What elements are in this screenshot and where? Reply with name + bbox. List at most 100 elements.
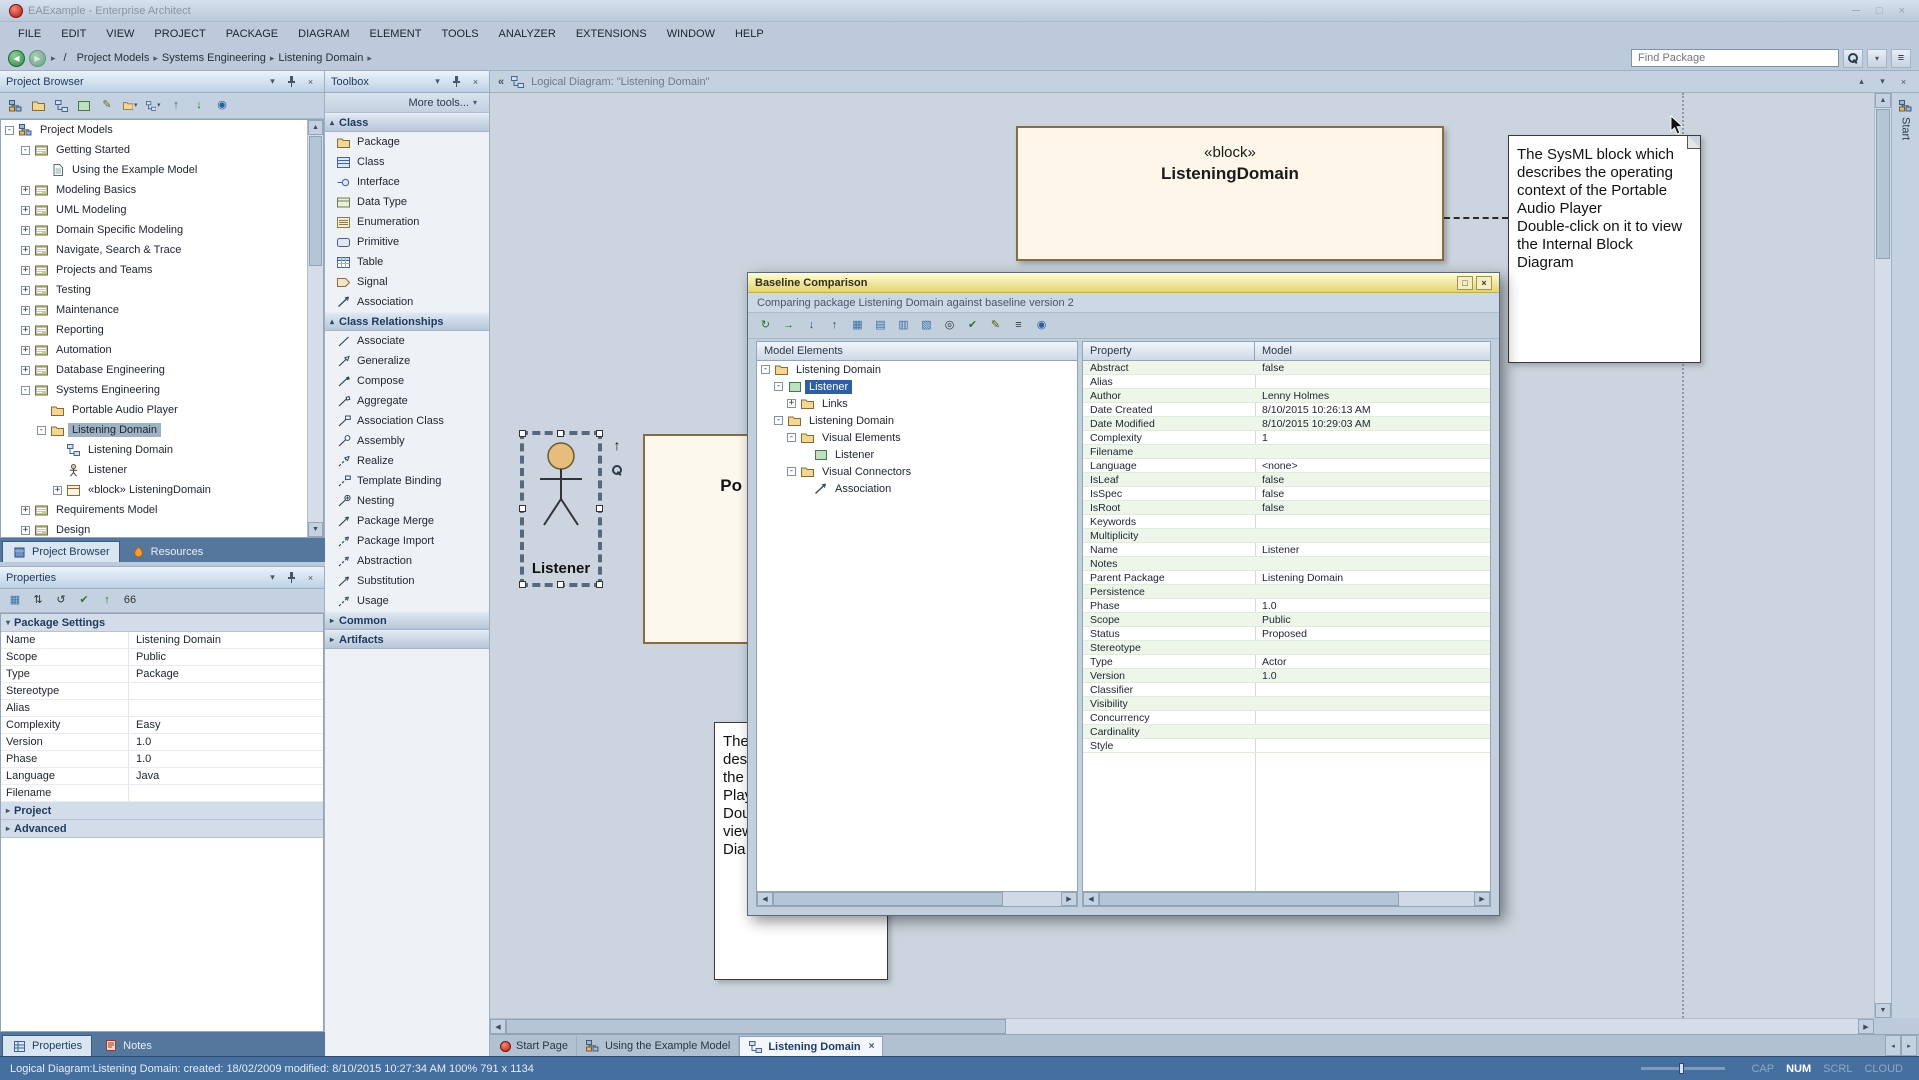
merge-from-baseline-button[interactable]: ▤ [870, 316, 891, 336]
panel-menu-button[interactable]: ▾ [265, 75, 280, 89]
new-diagram-button[interactable] [51, 96, 71, 115]
comparison-row[interactable]: Date Created8/10/2015 10:26:13 AM [1083, 403, 1490, 417]
toolbox-section-artifacts[interactable]: ▸Artifacts [325, 630, 489, 649]
property-value[interactable]: Easy [129, 717, 323, 733]
property-value[interactable]: Listening Domain [129, 632, 323, 648]
maximize-button[interactable]: □ [1876, 5, 1883, 17]
expander-minus[interactable]: - [21, 386, 30, 395]
comparison-row[interactable]: Version1.0 [1083, 669, 1490, 683]
selection-handle[interactable] [557, 430, 564, 437]
new-element-button[interactable] [74, 96, 94, 115]
toolbox-item-assembly[interactable]: Assembly [325, 431, 489, 451]
zoom-slider-thumb[interactable] [1679, 1063, 1684, 1074]
tree-item[interactable]: -Listening Domain [757, 412, 1077, 429]
selection-handle[interactable] [596, 581, 603, 588]
scroll-down-icon[interactable]: ▼ [1875, 1003, 1891, 1018]
menu-element[interactable]: ELEMENT [359, 24, 431, 44]
comparison-row[interactable]: Phase1.0 [1083, 599, 1490, 613]
toolbox-item-table[interactable]: Table [325, 252, 489, 272]
property-value[interactable]: Public [129, 649, 323, 665]
selection-handle[interactable] [519, 581, 526, 588]
expander-plus[interactable]: + [787, 399, 796, 408]
toolbox-item-package-merge[interactable]: Package Merge [325, 511, 489, 531]
menu-help[interactable]: HELP [725, 24, 774, 44]
property-value[interactable]: Java [129, 768, 323, 784]
toolbox-section-class[interactable]: ▴Class [325, 113, 489, 132]
tree-item[interactable]: +UML Modeling [1, 200, 323, 220]
merge-all-button[interactable]: ▧ [916, 316, 937, 336]
panel-menu-button[interactable]: ▾ [430, 75, 445, 89]
expander-plus[interactable]: + [21, 366, 30, 375]
toolbox-item-signal[interactable]: Signal [325, 272, 489, 292]
toolbox-section-class-relationships[interactable]: ▴Class Relationships [325, 312, 489, 331]
move-down-button[interactable]: ↓ [189, 96, 209, 115]
comparison-row[interactable]: TypeActor [1083, 655, 1490, 669]
scroll-up-icon[interactable]: ▲ [308, 120, 323, 135]
expander-minus[interactable]: - [21, 146, 30, 155]
expander-minus[interactable]: - [787, 433, 796, 442]
expander-plus[interactable]: + [53, 486, 62, 495]
search-options-button[interactable]: ▾ [1867, 49, 1887, 68]
scroll-down-icon[interactable]: ▾ [1875, 75, 1890, 89]
toolbox-item-primitive[interactable]: Primitive [325, 232, 489, 252]
menu-project[interactable]: PROJECT [144, 24, 215, 44]
tree-item[interactable]: +Maintenance [1, 300, 323, 320]
toolbox-item-package[interactable]: Package [325, 132, 489, 152]
scroll-right-icon[interactable]: ▶ [1061, 892, 1077, 906]
model-elements-header[interactable]: Model Elements [756, 341, 1078, 361]
minimize-button[interactable]: ─ [1852, 5, 1860, 17]
glasses-button[interactable]: 66 [120, 591, 140, 610]
comparison-row[interactable]: Concurrency [1083, 711, 1490, 725]
scroll-left-icon[interactable]: ◀ [1083, 892, 1099, 906]
collapse-left-icon[interactable]: « [498, 76, 504, 88]
toolbox-section-common[interactable]: ▸Common [325, 611, 489, 630]
property-value[interactable]: 1.0 [129, 734, 323, 750]
actor-figure[interactable] [532, 439, 590, 539]
comparison-row[interactable]: Stereotype [1083, 641, 1490, 655]
search-button[interactable] [1843, 49, 1863, 68]
start-side-tab[interactable]: Start [1891, 93, 1919, 1018]
property-group-package-settings[interactable]: ▾Package Settings [1, 614, 323, 632]
document-tab-start-page[interactable]: Start Page [492, 1036, 577, 1056]
property-row[interactable]: TypePackage [1, 666, 323, 683]
canvas-horizontal-scrollbar[interactable]: ◀ ▶ [490, 1018, 1874, 1034]
scrollbar-thumb[interactable] [506, 1019, 1006, 1034]
tree-item[interactable]: Association [757, 480, 1077, 497]
property-group-advanced[interactable]: ▸Advanced [1, 820, 323, 838]
scrollbar-thumb[interactable] [1099, 892, 1399, 906]
toolbox-item-interface[interactable]: Interface [325, 172, 489, 192]
expander-minus[interactable]: - [761, 365, 770, 374]
menu-button[interactable]: ≡ [1891, 49, 1911, 68]
close-button[interactable]: × [1896, 75, 1911, 89]
package-browser-button[interactable]: ▾ [120, 96, 140, 115]
tree-item[interactable]: +Testing [1, 280, 323, 300]
menu-edit[interactable]: EDIT [51, 24, 96, 44]
tree-item[interactable]: +Automation [1, 340, 323, 360]
property-column-header[interactable]: Property [1082, 341, 1254, 361]
comparison-row[interactable]: ScopePublic [1083, 613, 1490, 627]
comparison-row[interactable]: Visibility [1083, 697, 1490, 711]
expander-plus[interactable]: + [21, 226, 30, 235]
scroll-left-icon[interactable]: ◀ [757, 892, 773, 906]
tree-item[interactable]: +Navigate, Search & Trace [1, 240, 323, 260]
scroll-right-icon[interactable]: ▶ [1858, 1019, 1874, 1034]
model-column-header[interactable]: Model [1254, 341, 1491, 361]
next-change-button[interactable]: ↓ [801, 316, 822, 336]
toolbox-item-package-import[interactable]: Package Import [325, 531, 489, 551]
help-button[interactable]: ◉ [212, 96, 232, 115]
comparison-row[interactable]: Alias [1083, 375, 1490, 389]
tab-properties[interactable]: Properties [2, 1035, 92, 1056]
tree-item[interactable]: +Modeling Basics [1, 180, 323, 200]
expander-plus[interactable]: + [21, 326, 30, 335]
toolbox-item-data-type[interactable]: Data Type [325, 192, 489, 212]
comparison-row[interactable]: Multiplicity [1083, 529, 1490, 543]
apply-button[interactable]: ✔ [74, 591, 94, 610]
table-horizontal-scrollbar[interactable]: ◀ ▶ [1082, 892, 1491, 907]
toolbox-item-aggregate[interactable]: Aggregate [325, 391, 489, 411]
dialog-title-bar[interactable]: Baseline Comparison □ × [748, 273, 1499, 293]
tree-item[interactable]: Listening Domain [1, 440, 323, 460]
expander-plus[interactable]: + [21, 506, 30, 515]
menu-package[interactable]: PACKAGE [216, 24, 288, 44]
check-button[interactable]: ✔ [962, 316, 983, 336]
property-value[interactable] [129, 785, 323, 801]
